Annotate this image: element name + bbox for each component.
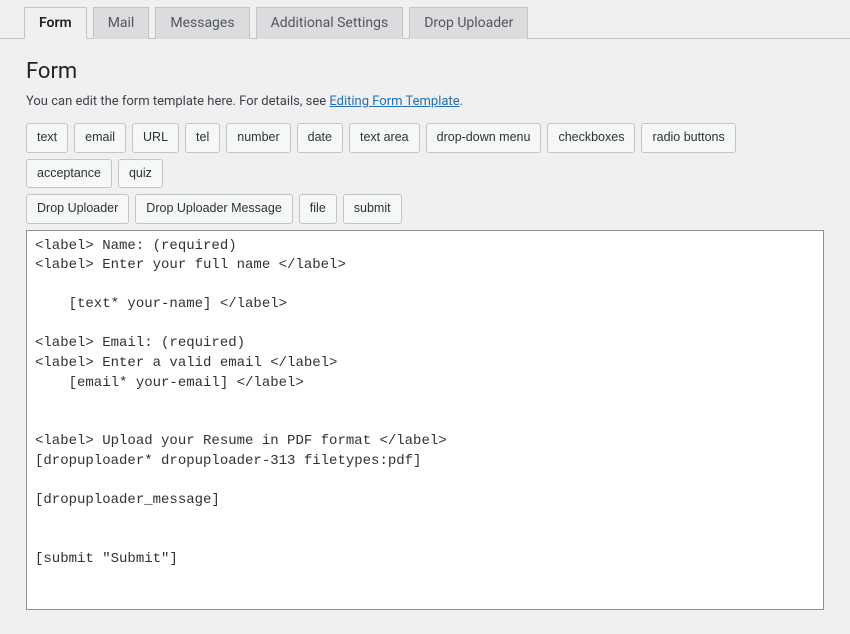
tag-checkboxes-button[interactable]: checkboxes: [547, 123, 635, 153]
tag-email-button[interactable]: email: [74, 123, 126, 153]
tab-mail[interactable]: Mail: [93, 7, 150, 39]
tabs-nav: Form Mail Messages Additional Settings D…: [0, 0, 850, 39]
tag-drop-uploader-button[interactable]: Drop Uploader: [26, 194, 129, 224]
tab-drop-uploader[interactable]: Drop Uploader: [409, 7, 528, 39]
form-template-textarea[interactable]: [26, 230, 824, 610]
desc-text-prefix: You can edit the form template here. For…: [26, 94, 329, 109]
tag-drop-uploader-message-button[interactable]: Drop Uploader Message: [135, 194, 293, 224]
tag-acceptance-button[interactable]: acceptance: [26, 159, 112, 189]
tag-submit-button[interactable]: submit: [343, 194, 402, 224]
tag-url-button[interactable]: URL: [132, 123, 179, 153]
tag-quiz-button[interactable]: quiz: [118, 159, 163, 189]
tab-additional-settings[interactable]: Additional Settings: [256, 7, 404, 39]
desc-text-suffix: .: [460, 94, 463, 109]
tag-radio-button[interactable]: radio buttons: [641, 123, 735, 153]
tag-file-button[interactable]: file: [299, 194, 337, 224]
tag-buttons-row-2: Drop Uploader Drop Uploader Message file…: [26, 194, 824, 224]
tag-textarea-button[interactable]: text area: [349, 123, 420, 153]
tag-buttons-row-1: text email URL tel number date text area…: [26, 123, 824, 188]
panel-description: You can edit the form template here. For…: [26, 94, 824, 109]
tag-number-button[interactable]: number: [226, 123, 290, 153]
tag-dropdown-button[interactable]: drop-down menu: [426, 123, 542, 153]
panel-title: Form: [26, 59, 824, 84]
editing-form-template-link[interactable]: Editing Form Template: [329, 94, 459, 109]
tab-messages[interactable]: Messages: [155, 7, 249, 39]
tab-form[interactable]: Form: [24, 7, 87, 39]
tag-text-button[interactable]: text: [26, 123, 68, 153]
tag-date-button[interactable]: date: [297, 123, 343, 153]
tag-tel-button[interactable]: tel: [185, 123, 220, 153]
form-panel: Form You can edit the form template here…: [0, 39, 850, 634]
